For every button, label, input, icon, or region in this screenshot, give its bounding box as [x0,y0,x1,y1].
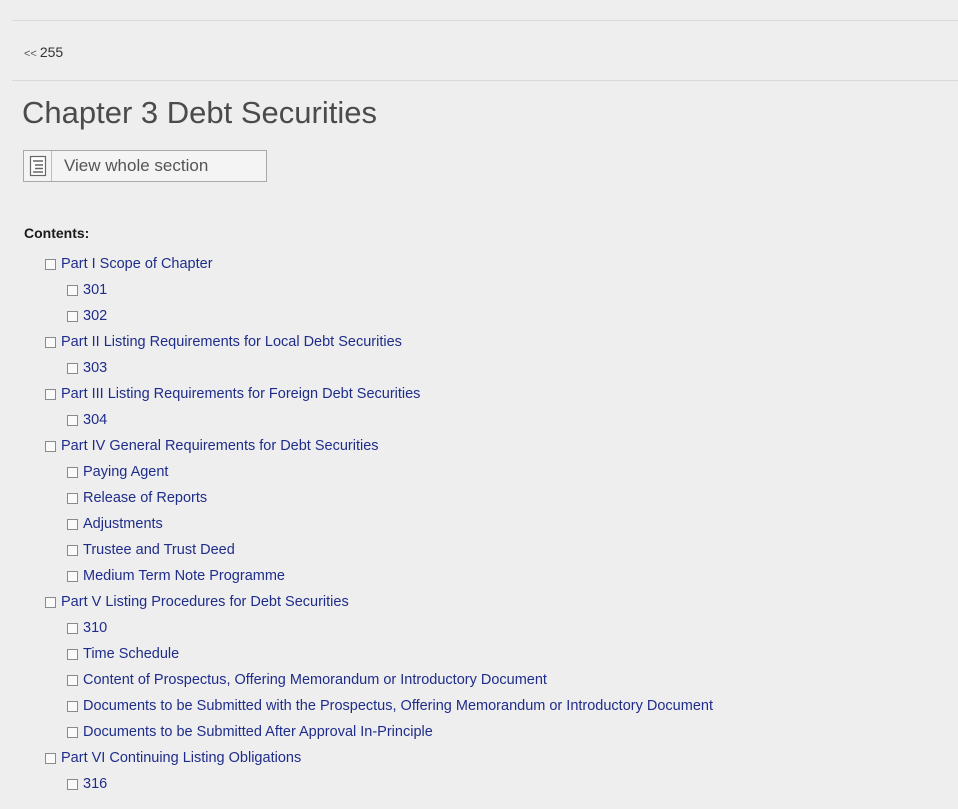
toc-item-label: Release of Reports [83,490,208,506]
toc-item-label: Part II Listing Requirements for Local D… [61,334,402,350]
toc-subsection-item[interactable]: 301 [0,277,958,303]
toc-subsection-item[interactable]: Documents to be Submitted After Approval… [0,719,958,745]
view-whole-section-label: View whole section [64,156,209,175]
toc-item-label: Paying Agent [83,464,169,480]
toc-item-label: Adjustments [83,516,163,532]
toc-part-item[interactable]: Part IV General Requirements for Debt Se… [0,433,958,459]
checkbox-icon [67,518,78,530]
toc-subsection-item[interactable]: Release of Reports [0,485,958,511]
view-whole-section-button[interactable]: View whole section [23,150,267,182]
toc-subsection-item[interactable]: Paying Agent [0,459,958,485]
checkbox-icon [67,700,78,712]
checkbox-icon [45,258,56,270]
previous-page-link[interactable]: << 255 [24,44,63,60]
toc-subsection-item[interactable]: 316 [0,771,958,797]
checkbox-icon [67,310,78,322]
checkbox-icon [67,570,78,582]
page-title: Chapter 3 Debt Securities [22,95,377,130]
contents-heading: Contents: [24,225,90,241]
checkbox-icon [67,492,78,504]
toc-subsection-item[interactable]: 302 [0,303,958,329]
previous-page-label: 255 [39,44,64,60]
toc-subsection-item[interactable]: 303 [0,355,958,381]
toc-subsection-item[interactable]: Trustee and Trust Deed [0,537,958,563]
toc-part-item[interactable]: Part I Scope of Chapter [0,251,958,277]
toc-subsection-item[interactable]: Medium Term Note Programme [0,563,958,589]
checkbox-icon [67,544,78,556]
top-divider [12,20,958,21]
toc-item-label: Part V Listing Procedures for Debt Secur… [61,594,349,610]
toc-item-label: Part IV General Requirements for Debt Se… [61,438,379,454]
double-chevron-left-icon: << [24,48,37,60]
toc-part-item[interactable]: Part II Listing Requirements for Local D… [0,329,958,355]
checkbox-icon [45,388,56,400]
toc-item-label: 310 [83,620,108,636]
checkbox-icon [45,596,56,608]
toc-item-label: 301 [83,282,108,298]
header-divider [12,80,958,81]
checkbox-icon [67,648,78,660]
checkbox-icon [67,362,78,374]
checkbox-icon [67,726,78,738]
toc-item-label: Documents to be Submitted with the Prosp… [83,698,713,714]
toc-subsection-item[interactable]: 310 [0,615,958,641]
toc-item-label: Medium Term Note Programme [83,568,285,584]
checkbox-icon [67,778,78,790]
toc-subsection-item[interactable]: Documents to be Submitted with the Prosp… [0,693,958,719]
checkbox-icon [45,752,56,764]
toc-subsection-item[interactable]: Time Schedule [0,641,958,667]
toc-item-label: Documents to be Submitted After Approval… [83,724,433,740]
toc-item-label: 304 [83,412,108,428]
toc-item-label: 302 [83,308,108,324]
checkbox-icon [67,622,78,634]
toc-item-label: Part III Listing Requirements for Foreig… [61,386,421,402]
toc-subsection-item[interactable]: 304 [0,407,958,433]
checkbox-icon [45,336,56,348]
toc-subsection-item[interactable]: Content of Prospectus, Offering Memorand… [0,667,958,693]
toc-subsection-item[interactable]: Adjustments [0,511,958,537]
toc-item-label: Part I Scope of Chapter [61,256,213,272]
toc-item-label: Time Schedule [83,646,180,662]
toc-part-item[interactable]: Part VI Continuing Listing Obligations [0,745,958,771]
toc-item-label: 316 [83,776,108,792]
toc-item-label: Content of Prospectus, Offering Memorand… [83,672,547,688]
toc-item-label: 303 [83,360,108,376]
table-of-contents: Part I Scope of Chapter 301 302 Part II Lis… [0,251,958,797]
checkbox-icon [67,674,78,686]
toc-part-item[interactable]: Part III Listing Requirements for Foreig… [0,381,958,407]
outline-list-icon [24,151,52,181]
checkbox-icon [45,440,56,452]
toc-item-label: Trustee and Trust Deed [83,542,235,558]
checkbox-icon [67,414,78,426]
checkbox-icon [67,466,78,478]
checkbox-icon [67,284,78,296]
toc-item-label: Part VI Continuing Listing Obligations [61,750,302,766]
toc-part-item[interactable]: Part V Listing Procedures for Debt Secur… [0,589,958,615]
